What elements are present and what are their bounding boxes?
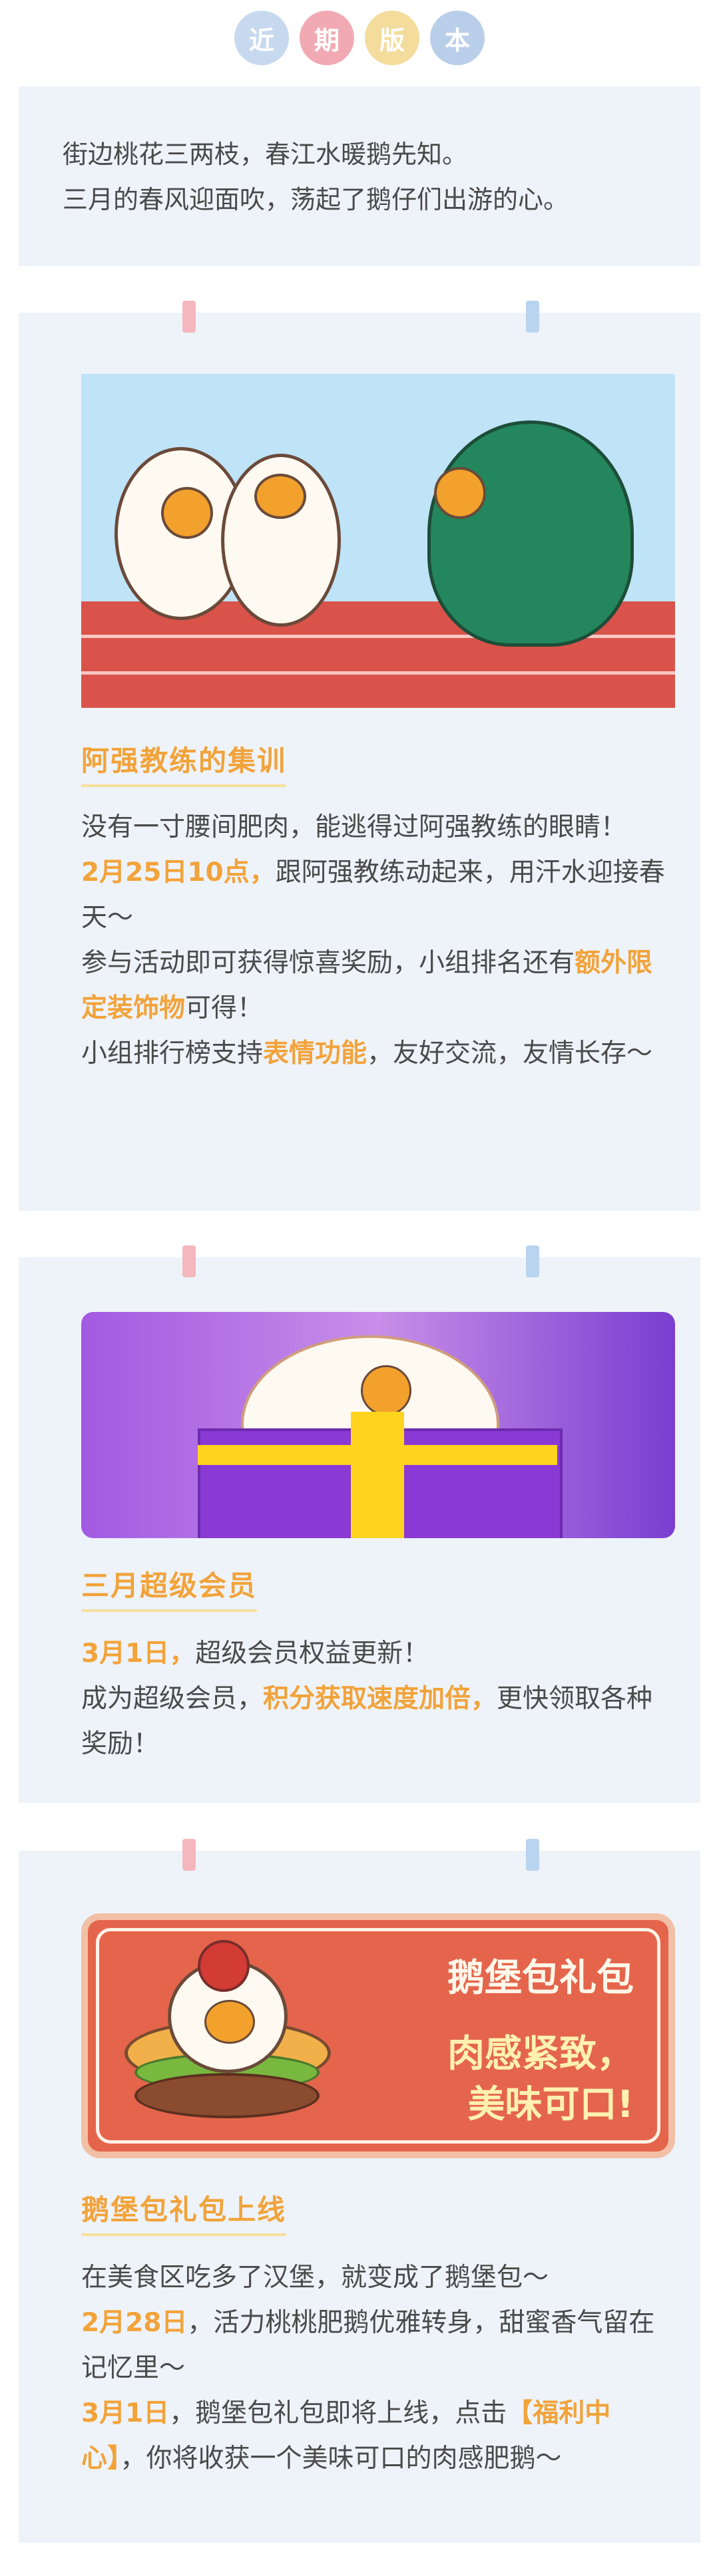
- super-member-paragraph-1: 3月1日，超级会员权益更新！: [81, 1631, 675, 1677]
- pink-clip: [182, 301, 196, 333]
- header-badges: 近 期 版 本: [0, 11, 719, 67]
- burger-pack-title: 鹅堡包礼包上线: [81, 2187, 287, 2236]
- intro-line-1: 街边桃花三两枝，春江水暖鹅先知。: [63, 140, 468, 169]
- track-line: [81, 671, 675, 675]
- burger-paragraph-1: 在美食区吃多了汉堡，就变成了鹅堡包～: [81, 2263, 549, 2293]
- burger-pack-text: 在美食区吃多了汉堡，就变成了鹅堡包～ 2月28日，活力桃桃肥鹅优雅转身，甜蜜香气…: [81, 2255, 675, 2482]
- highlight-date: 2月25日10点，: [81, 858, 276, 887]
- coach-paragraph-3: 参与活动即可获得惊喜奖励，小组排名还有额外限定装饰物可得！: [81, 941, 675, 1031]
- burger-paragraph-3-text: ，鹅堡包礼包即将上线，点击: [169, 2398, 507, 2428]
- pink-clip: [182, 1245, 196, 1277]
- beak-icon: [254, 474, 306, 519]
- coach-paragraph-2: 2月25日10点，跟阿强教练动起来，用汗水迎接春天～: [81, 850, 675, 941]
- badge-1: 近: [234, 11, 289, 65]
- burger-paragraph-3: 3月1日，鹅堡包礼包即将上线，点击【福利中心】，你将收获一个美味可口的肉感肥鹅～: [81, 2391, 675, 2482]
- coach-paragraph-3-text: 参与活动即可获得惊喜奖励，小组排名还有: [81, 948, 575, 978]
- gift-ribbon: [198, 1445, 557, 1465]
- banner-sub-line-1: 肉感紧致，: [447, 2032, 634, 2076]
- banner-sub: 肉感紧致， 美味可口!: [447, 2029, 634, 2130]
- super-member-paragraph-2-text: 成为超级会员，: [81, 1684, 264, 1714]
- coach-paragraph-1: 没有一寸腰间肥肉，能逃得过阿强教练的眼睛！: [81, 812, 627, 842]
- burger-patty: [134, 2073, 320, 2118]
- burger-pack-banner: 鹅堡包礼包 肉感紧致， 美味可口!: [81, 1913, 675, 2158]
- intro-line-2: 三月的春风迎面吹，荡起了鹅仔们出游的心。: [63, 185, 569, 214]
- coach-illustration: [81, 374, 675, 708]
- burger-pack-card: 鹅堡包礼包 肉感紧致， 美味可口! 鹅堡包礼包上线 在美食区吃多了汉堡，就变成了…: [19, 1839, 700, 2543]
- super-member-paragraph-1-text: 超级会员权益更新！: [195, 1639, 429, 1669]
- strawberry-icon: [198, 1940, 250, 1992]
- badge-3: 版: [365, 11, 419, 65]
- beak-icon: [434, 467, 486, 519]
- blue-clip: [526, 1839, 539, 1871]
- highlight-date: 2月28日: [81, 2308, 188, 2338]
- beak-icon: [361, 1365, 411, 1416]
- highlight-date-2: 3月1日: [81, 2398, 170, 2428]
- super-member-text: 3月1日，超级会员权益更新！ 成为超级会员，积分获取速度加倍，更快领取各种奖励！: [81, 1631, 675, 1767]
- badge-2: 期: [300, 11, 354, 65]
- burger-paragraph-2: 2月28日，活力桃桃肥鹅优雅转身，甜蜜香气留在记忆里～: [81, 2301, 675, 2391]
- badge-4: 本: [430, 11, 485, 65]
- super-member-card: 三月超级会员 3月1日，超级会员权益更新！ 成为超级会员，积分获取速度加倍，更快…: [19, 1245, 700, 1803]
- highlight-bonus: 积分获取速度加倍，: [263, 1684, 497, 1714]
- banner-sub-line-2: 美味可口!: [467, 2083, 634, 2126]
- intro-card: 街边桃花三两枝，春江水暖鹅先知。 三月的春风迎面吹，荡起了鹅仔们出游的心。: [19, 86, 700, 266]
- gift-ribbon: [351, 1412, 404, 1538]
- super-member-title: 三月超级会员: [81, 1563, 258, 1612]
- coach-paragraph-4-tail: ，友好交流，友情长存～: [367, 1039, 653, 1068]
- coach-paragraph-3-tail: 可得！: [185, 993, 264, 1023]
- coach-text: 没有一寸腰间肥肉，能逃得过阿强教练的眼睛！ 2月25日10点，跟阿强教练动起来，…: [81, 805, 675, 1076]
- beak-icon: [161, 487, 213, 539]
- coach-paragraph-4-text: 小组排行榜支持: [81, 1039, 264, 1068]
- coach-goose: [427, 420, 634, 647]
- burger-paragraph-3-tail: ，你将收获一个美味可口的肉感肥鹅～: [120, 2444, 562, 2474]
- coach-paragraph-4: 小组排行榜支持表情功能，友好交流，友情长存～: [81, 1031, 675, 1076]
- gift-illustration: [81, 1312, 675, 1538]
- pink-clip: [182, 1839, 196, 1871]
- coach-title: 阿强教练的集训: [81, 738, 287, 787]
- blue-clip: [526, 301, 539, 333]
- highlight-date: 3月1日，: [81, 1639, 196, 1669]
- coach-card: 阿强教练的集训 没有一寸腰间肥肉，能逃得过阿强教练的眼睛！ 2月25日10点，跟…: [19, 301, 700, 1211]
- highlight-feature: 表情功能: [263, 1039, 367, 1068]
- banner-title: 鹅堡包礼包: [447, 1957, 634, 2000]
- beak-icon: [204, 2000, 255, 2044]
- blue-clip: [526, 1245, 539, 1277]
- super-member-paragraph-2: 成为超级会员，积分获取速度加倍，更快领取各种奖励！: [81, 1677, 675, 1767]
